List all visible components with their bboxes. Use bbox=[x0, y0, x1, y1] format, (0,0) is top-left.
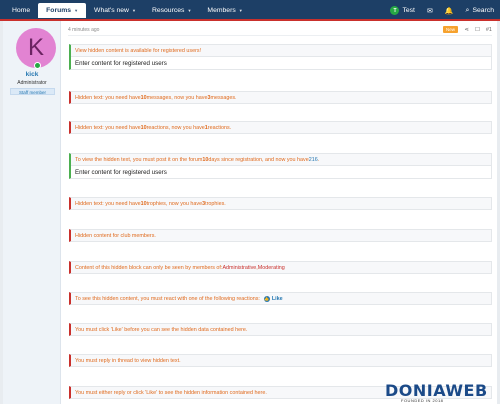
hidden-box-content: Enter content for registered users bbox=[71, 165, 491, 178]
box-text: Hidden text: you need have bbox=[75, 94, 141, 101]
box-text: Hidden text: you need have bbox=[75, 124, 141, 131]
search-icon: ⌕ bbox=[465, 6, 470, 14]
chevron-down-icon[interactable]: ▼ bbox=[132, 8, 136, 13]
nav-forums-label: Forums bbox=[46, 7, 72, 14]
like-icon[interactable]: 👍 bbox=[263, 295, 270, 302]
logo-tagline: FOUNDED IN 2018 bbox=[401, 398, 444, 403]
hidden-box-trophies: Hidden text: you need have 10 trophies, … bbox=[69, 197, 492, 210]
post-date[interactable]: 4 minutes ago bbox=[68, 27, 99, 33]
box-text: . bbox=[317, 156, 320, 163]
site-logo: DONIAWEB FOUNDED IN 2018 bbox=[385, 381, 497, 404]
hidden-box-reply: You must reply in thread to view hidden … bbox=[69, 354, 492, 367]
hidden-box-days: To view the hidden text, you must post i… bbox=[69, 153, 492, 179]
box-text: reactions, now you have bbox=[146, 124, 205, 131]
hidden-box-messages: Hidden text: you need have 10 messages, … bbox=[69, 91, 492, 104]
hidden-box-title: Hidden text: you need have 10 messages, … bbox=[71, 92, 491, 103]
search-label: Search bbox=[472, 7, 494, 14]
nav-home-label: Home bbox=[12, 7, 31, 14]
post-header: 4 minutes ago New ⋖ ☐ #1 bbox=[68, 26, 492, 35]
online-status-icon bbox=[34, 62, 41, 69]
avatar: T bbox=[390, 6, 400, 15]
box-text: messages. bbox=[210, 94, 237, 101]
nav-forums[interactable]: Forums ▼ bbox=[38, 3, 87, 18]
box-text: Hidden text: you need have bbox=[75, 200, 141, 207]
hidden-box-title: Hidden content for club members. bbox=[75, 232, 156, 239]
hidden-box-title: Hidden text: you need have 10 reactions,… bbox=[71, 122, 491, 133]
post-user-sidebar: K kick Administrator Staff member bbox=[3, 21, 61, 404]
nav-resources[interactable]: Resources ▼ bbox=[144, 3, 199, 18]
hidden-box-reactions: Hidden text: you need have 10 reactions,… bbox=[69, 121, 492, 134]
box-text: messages, now you have bbox=[146, 94, 208, 101]
divider bbox=[68, 35, 492, 36]
hidden-box-title: View hidden content is available for reg… bbox=[75, 47, 202, 54]
account-username: Test bbox=[402, 7, 415, 14]
hidden-box-title: You must click 'Like' before you can see… bbox=[75, 326, 248, 333]
share-icon[interactable]: ⋖ bbox=[464, 27, 469, 33]
nav-whats-new-label: What's new bbox=[94, 7, 129, 14]
hidden-box-title: Hidden text: you need have 10 trophies, … bbox=[71, 198, 491, 209]
hidden-box-title: You must reply in thread to view hidden … bbox=[75, 357, 181, 364]
page-content bbox=[3, 21, 497, 404]
user-title: Administrator bbox=[17, 80, 47, 86]
hidden-box-groups: Content of this hidden block can only be… bbox=[69, 261, 492, 274]
box-text: days since registration, and now you hav… bbox=[208, 156, 309, 163]
box-text: Content of this hidden block can only be… bbox=[75, 264, 223, 271]
hidden-box-like: You must click 'Like' before you can see… bbox=[69, 323, 492, 336]
search-button[interactable]: ⌕ Search bbox=[466, 7, 494, 15]
chevron-down-icon[interactable]: ▼ bbox=[239, 8, 243, 13]
username[interactable]: kick bbox=[3, 71, 61, 78]
hidden-box-content: Enter content for registered users bbox=[71, 56, 491, 69]
hidden-box-registered: View hidden content is available for reg… bbox=[69, 44, 492, 70]
chevron-down-icon[interactable]: ▼ bbox=[187, 8, 191, 13]
staff-badge: Staff member bbox=[10, 88, 55, 95]
hidden-box-reaction: To see this hidden content, you must rea… bbox=[69, 292, 492, 305]
current-count: 216 bbox=[308, 156, 318, 163]
box-text: trophies. bbox=[205, 200, 226, 207]
account-link[interactable]: T Test bbox=[390, 6, 415, 15]
hidden-box-title: To see this hidden content, you must rea… bbox=[71, 293, 491, 304]
nav-home[interactable]: Home bbox=[4, 3, 38, 18]
post-number[interactable]: #1 bbox=[486, 27, 492, 33]
box-text: trophies, now you have bbox=[146, 200, 203, 207]
group-link-administrative[interactable]: Administrative bbox=[222, 265, 256, 271]
hidden-box-club: Hidden content for club members. bbox=[69, 229, 492, 242]
box-text: To view the hidden text, you must post i… bbox=[75, 156, 203, 163]
new-badge: New bbox=[442, 26, 458, 33]
bookmark-icon[interactable]: ☐ bbox=[475, 27, 480, 33]
top-navbar: Home Forums ▼ What's new ▼ Resources ▼ Memb… bbox=[0, 0, 500, 21]
hidden-box-title: Content of this hidden block can only be… bbox=[71, 262, 491, 273]
nav-members-label: Members bbox=[207, 7, 236, 14]
main-nav: Home Forums ▼ What's new ▼ Resources ▼ Memb… bbox=[4, 3, 251, 18]
envelope-icon[interactable]: ✉ bbox=[427, 7, 433, 15]
box-text: To see this hidden content, you must rea… bbox=[75, 295, 260, 302]
nav-resources-label: Resources bbox=[151, 7, 185, 14]
hidden-box-title: To view the hidden text, you must post i… bbox=[71, 154, 491, 165]
nav-whats-new[interactable]: What's new ▼ bbox=[86, 3, 144, 18]
bell-icon[interactable]: 🔔 bbox=[445, 7, 454, 15]
group-link-moderating[interactable]: Moderating bbox=[258, 265, 285, 271]
account-nav: T Test ✉ 🔔 ⌕ Search bbox=[390, 3, 494, 18]
box-text: reactions. bbox=[207, 124, 232, 131]
nav-members[interactable]: Members ▼ bbox=[199, 3, 250, 18]
chevron-down-icon[interactable]: ▼ bbox=[74, 8, 78, 13]
like-reaction-label[interactable]: Like bbox=[272, 296, 283, 302]
post-actions: ⋖ ☐ #1 bbox=[464, 27, 492, 33]
